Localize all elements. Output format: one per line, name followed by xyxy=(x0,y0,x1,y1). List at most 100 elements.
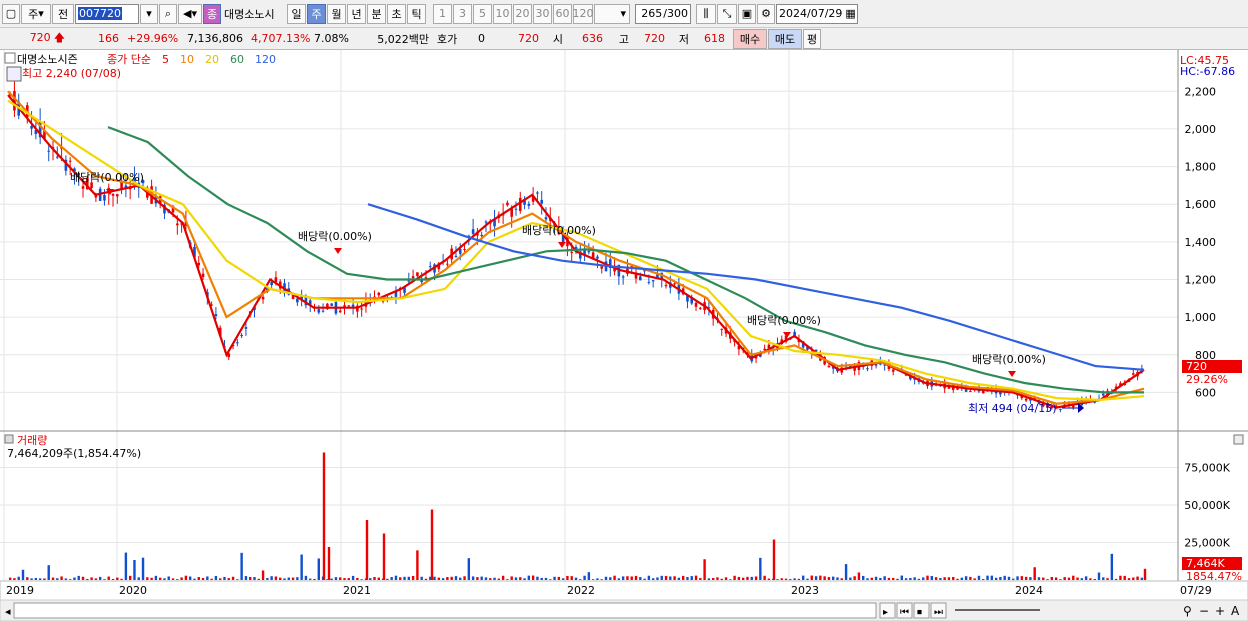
table-icon[interactable] xyxy=(6,66,22,82)
candle xyxy=(544,217,548,220)
volume-bar xyxy=(802,575,805,580)
search-icon[interactable]: ⌕ xyxy=(159,3,177,24)
gear-icon[interactable]: ⚙ xyxy=(757,3,775,24)
price-tick: 1,000 xyxy=(1185,311,1217,324)
tab-5[interactable]: 5 xyxy=(473,3,492,24)
avg-button[interactable]: 평 xyxy=(803,28,821,49)
volume-spike xyxy=(1143,568,1147,580)
candle xyxy=(446,263,449,265)
tab-월[interactable]: 월 xyxy=(327,3,346,24)
volume-bar xyxy=(270,576,273,580)
draw-icon[interactable]: ⤡ xyxy=(717,3,737,24)
count-field[interactable]: 265/300 xyxy=(635,3,691,24)
volume-bar xyxy=(373,577,376,580)
zoom-icon-2[interactable]: + xyxy=(1215,604,1225,618)
candle xyxy=(176,223,179,226)
tab-년[interactable]: 년 xyxy=(347,3,366,24)
volume-bar xyxy=(231,576,235,580)
tab-초[interactable]: 초 xyxy=(387,3,406,24)
volume-bar xyxy=(566,575,569,580)
volume-bar xyxy=(767,578,771,580)
speaker-icon[interactable]: ◀▾ xyxy=(178,3,202,24)
scrollbar[interactable] xyxy=(13,602,877,619)
save-icon[interactable]: ▣ xyxy=(738,3,756,24)
volume-bar xyxy=(883,576,886,580)
volume-bar xyxy=(407,576,411,580)
volume-bar xyxy=(947,577,951,580)
volume-bar xyxy=(664,575,668,580)
volume-bar xyxy=(926,575,929,580)
code-dropdown-icon[interactable]: ▾ xyxy=(140,3,158,24)
volume-bar xyxy=(1080,578,1084,580)
volume-close-icon[interactable] xyxy=(1233,434,1244,445)
stock-code: 007720 xyxy=(78,7,122,20)
volume-bar xyxy=(133,560,136,580)
scroll-left-icon[interactable]: ◂ xyxy=(5,605,11,618)
candle-icon[interactable]: ⫼ xyxy=(696,3,716,24)
volume-bar xyxy=(1140,577,1144,580)
volume-bar xyxy=(634,575,638,580)
period-dropdown-icon[interactable]: ▾ xyxy=(594,3,630,24)
volume-bar xyxy=(561,578,565,580)
volume-bar xyxy=(870,577,873,580)
candle xyxy=(639,276,642,281)
volume-bar xyxy=(454,576,458,580)
volume-bar xyxy=(390,577,393,580)
turnover-value: 7.08% xyxy=(314,32,349,45)
volume-bar xyxy=(120,578,123,580)
volume-bar xyxy=(313,578,316,580)
tab-분[interactable]: 분 xyxy=(367,3,386,24)
panel-toggle-icon[interactable] xyxy=(4,52,16,64)
volume-bar xyxy=(90,577,93,580)
hc-label: HC:-67.86 xyxy=(1180,65,1235,78)
volume-bar xyxy=(343,578,346,580)
nav-icon-2: ⏹ xyxy=(917,607,922,618)
dividend-label: 배당락(0.00%) xyxy=(522,224,596,237)
zoom-icon-3[interactable]: A xyxy=(1231,604,1240,618)
period-dropdown[interactable]: 주 ▾ xyxy=(21,3,51,24)
chart-area[interactable]: 6008001,0001,2001,4001,6001,8002,0002,20… xyxy=(0,50,1248,621)
volume-bar xyxy=(669,576,672,580)
volume-bar xyxy=(471,576,475,580)
buy-button[interactable]: 매수 xyxy=(733,28,767,49)
volume-info: 7,464,209주(1,854.47%) xyxy=(7,447,141,460)
candle xyxy=(651,280,655,282)
volume-bar xyxy=(283,578,286,580)
dividend-label: 배당락(0.00%) xyxy=(972,353,1046,366)
volume-bar xyxy=(1003,575,1006,580)
volume-bar xyxy=(733,575,736,580)
tab-10[interactable]: 10 xyxy=(493,3,512,24)
tab-주[interactable]: 주 xyxy=(307,3,326,24)
zoom-icon-0[interactable]: ⚲ xyxy=(1183,604,1192,618)
volume-bar xyxy=(339,577,342,580)
zoom-icon-1[interactable]: − xyxy=(1199,604,1209,618)
stock-code-input[interactable]: 007720 xyxy=(75,3,139,24)
prev-button[interactable]: 전 xyxy=(52,3,74,24)
volume-bar xyxy=(900,575,903,580)
volume-spike xyxy=(327,547,331,580)
tab-20[interactable]: 20 xyxy=(513,3,532,24)
volume-bar xyxy=(939,578,942,580)
tab-120[interactable]: 120 xyxy=(573,3,594,24)
volume-bar xyxy=(171,578,175,580)
high-note: 최고 2,240 (07/08) xyxy=(22,67,121,80)
tab-1[interactable]: 1 xyxy=(433,3,452,24)
candle xyxy=(621,276,625,278)
tab-60[interactable]: 60 xyxy=(553,3,572,24)
window-icon[interactable]: ▢ xyxy=(2,3,20,24)
volume-toggle-icon[interactable] xyxy=(4,434,14,444)
tab-일[interactable]: 일 xyxy=(287,3,306,24)
date-input[interactable]: 2024/07/29 ▦ xyxy=(776,3,858,24)
volume-bar xyxy=(484,577,488,580)
tab-30[interactable]: 30 xyxy=(533,3,552,24)
calendar-icon[interactable]: ▦ xyxy=(845,7,855,20)
volume-bar xyxy=(266,578,269,580)
tab-3[interactable]: 3 xyxy=(453,3,472,24)
volume-bar xyxy=(1072,575,1075,580)
tab-틱[interactable]: 틱 xyxy=(407,3,426,24)
volume-bar xyxy=(514,577,518,580)
sell-button[interactable]: 매도 xyxy=(768,28,802,49)
change-pct: +29.96% xyxy=(127,32,179,45)
volume-bar xyxy=(1093,578,1096,580)
price-tick: 600 xyxy=(1195,386,1216,399)
